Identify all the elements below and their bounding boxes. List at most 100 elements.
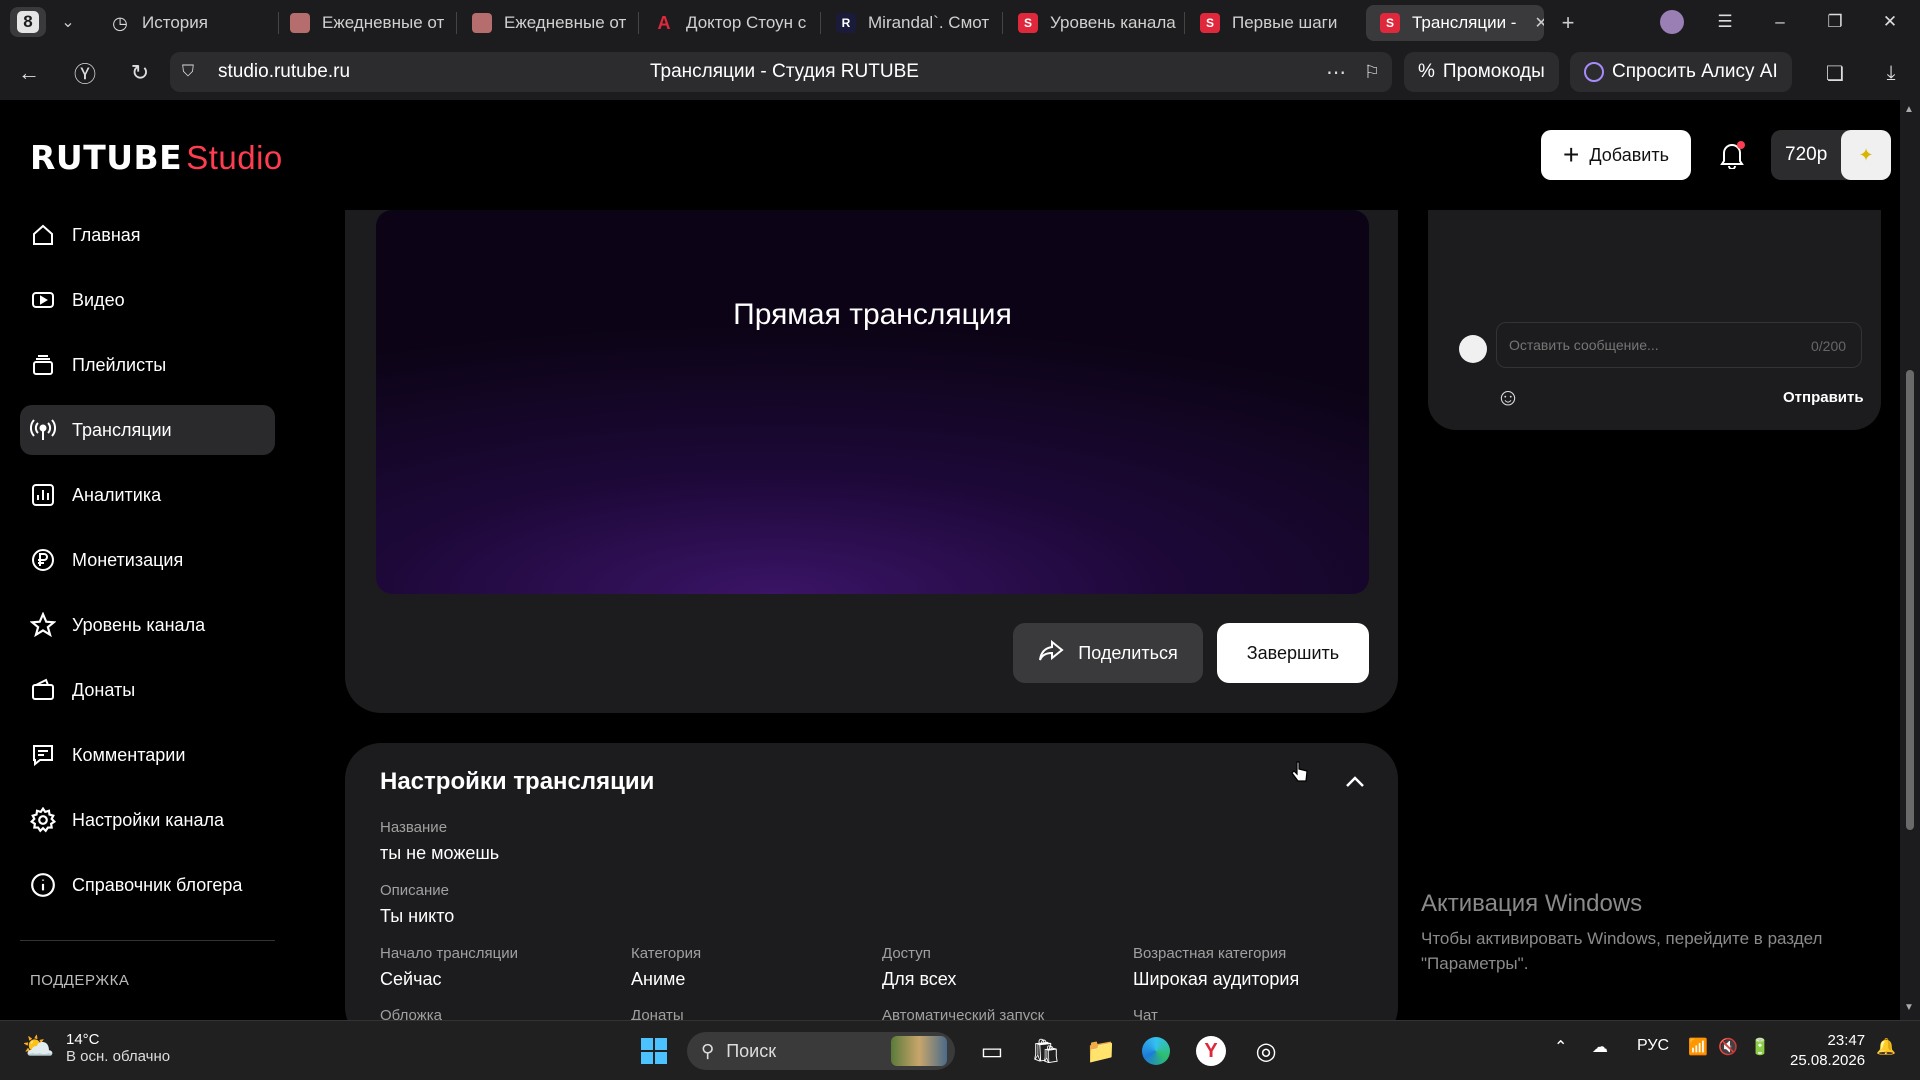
- taskbar-search[interactable]: ⚲ Поиск: [687, 1032, 955, 1070]
- clock-date: 25.08.2026: [1790, 1052, 1866, 1069]
- window-close-icon[interactable]: ✕: [1874, 8, 1906, 36]
- chat-message-input[interactable]: [1496, 322, 1862, 368]
- more-icon[interactable]: ⋯: [1326, 60, 1346, 85]
- notifications-icon[interactable]: 🔔: [1876, 1037, 1896, 1057]
- activation-line1: Чтобы активировать Windows, перейдите в …: [1421, 929, 1823, 948]
- download-icon[interactable]: ⤓: [1876, 58, 1906, 88]
- emoji-icon[interactable]: ☺: [1494, 384, 1522, 412]
- chevron-up-icon[interactable]: [1345, 771, 1365, 794]
- sidebar-item-comments[interactable]: Комментарии: [20, 730, 275, 780]
- chevron-down-icon[interactable]: ⌄: [56, 10, 80, 34]
- windows-activation-watermark: Активация Windows Чтобы активировать Win…: [1421, 890, 1822, 976]
- sidebar: Главная Видео Плейлисты Трансляции Анали…: [0, 210, 290, 1020]
- player-title: Прямая трансляция: [733, 298, 1012, 331]
- back-icon[interactable]: ←: [14, 58, 44, 88]
- new-tab-icon[interactable]: +: [1556, 10, 1580, 35]
- onedrive-icon[interactable]: ☁: [1592, 1037, 1608, 1057]
- clock-time: 23:47: [1827, 1032, 1866, 1049]
- menu-icon[interactable]: ☰: [1709, 8, 1741, 36]
- app-icon[interactable]: ◎: [1246, 1031, 1286, 1071]
- task-view-icon[interactable]: ▭: [972, 1031, 1012, 1071]
- sidebar-item-label: Аналитика: [72, 484, 162, 505]
- sidebar-item-donations[interactable]: Донаты: [20, 665, 275, 715]
- reload-icon[interactable]: ↻: [125, 58, 155, 88]
- scroll-up-icon[interactable]: ▲: [1904, 104, 1914, 115]
- tab-dr-stone[interactable]: A Доктор Стоун с: [640, 5, 816, 41]
- sidebar-item-broadcasts[interactable]: Трансляции: [20, 405, 275, 455]
- minimize-icon[interactable]: –: [1764, 8, 1796, 36]
- close-icon[interactable]: ✕: [1534, 13, 1544, 33]
- tab-mirandal[interactable]: R Mirandal`. Смот: [822, 5, 998, 41]
- finish-broadcast-button[interactable]: Завершить: [1217, 623, 1369, 683]
- sidebar-item-label: Монетизация: [72, 549, 184, 570]
- analytics-icon: [30, 482, 56, 508]
- browser-tab-bar: 8 ⌄ ◷ История Ежедневные от Ежедневные о…: [0, 0, 1920, 45]
- volume-muted-icon[interactable]: 🔇: [1718, 1037, 1738, 1057]
- yandex-icon[interactable]: Ⓨ: [70, 58, 100, 88]
- sidebar-item-channel-level[interactable]: Уровень канала: [20, 600, 275, 650]
- tab-label: Первые шаги: [1232, 13, 1338, 32]
- weather-widget[interactable]: ⛅ 14°C В осн. облачно: [22, 1031, 170, 1065]
- video-player[interactable]: Прямая трансляция: [376, 210, 1369, 594]
- sidebar-item-label: Комментарии: [72, 744, 186, 765]
- tab-broadcasts[interactable]: S Трансляции - ✕: [1366, 5, 1544, 41]
- scroll-thumb[interactable]: [1906, 370, 1914, 830]
- share-button[interactable]: Поделиться: [1013, 623, 1203, 683]
- sidebar-item-label: Видео: [72, 289, 125, 310]
- sidebar-item-blogger-guide[interactable]: Справочник блогера: [20, 860, 275, 910]
- restore-icon[interactable]: ❐: [1819, 8, 1851, 36]
- donations-label: Донаты: [631, 1007, 684, 1020]
- file-explorer-icon[interactable]: 📁: [1081, 1031, 1121, 1071]
- quality-selector[interactable]: 720p ✦: [1771, 130, 1891, 180]
- share-label: Поделиться: [1078, 642, 1178, 663]
- rutube-r-icon: R: [836, 13, 856, 33]
- chat-char-counter: 0/200: [1811, 338, 1847, 354]
- tab-label: История: [142, 13, 208, 32]
- tab-first-steps[interactable]: S Первые шаги: [1186, 5, 1362, 41]
- wifi-icon[interactable]: 📶: [1688, 1037, 1708, 1057]
- autostart-label: Автоматический запуск: [882, 1007, 1045, 1020]
- system-clock[interactable]: 23:47 25.08.2026: [1790, 1031, 1865, 1071]
- weather-temp: 14°C: [66, 1031, 100, 1048]
- sidebar-item-channel-settings[interactable]: Настройки канала: [20, 795, 275, 845]
- mouse-pointer-icon: [1291, 761, 1308, 782]
- edge-browser-icon[interactable]: [1136, 1031, 1176, 1071]
- sidebar-item-monetization[interactable]: Монетизация: [20, 535, 275, 585]
- tab-counter-button[interactable]: 8: [10, 7, 46, 37]
- channel-avatar[interactable]: ✦: [1841, 130, 1891, 180]
- tab-count: 8: [17, 11, 39, 33]
- windows-start-icon[interactable]: [634, 1031, 674, 1071]
- tab-favicon-icon: [472, 13, 492, 33]
- language-indicator[interactable]: РУС: [1637, 1037, 1669, 1055]
- sidebar-item-playlists[interactable]: Плейлисты: [20, 340, 275, 390]
- store-icon[interactable]: 🛍: [1026, 1031, 1066, 1071]
- page-scrollbar[interactable]: ▲ ▼: [1900, 100, 1920, 1020]
- scroll-down-icon[interactable]: ▼: [1904, 1002, 1914, 1013]
- tab-channel-level[interactable]: S Уровень канала: [1004, 5, 1180, 41]
- send-button[interactable]: Отправить: [1783, 389, 1864, 406]
- add-button[interactable]: + Добавить: [1541, 130, 1691, 180]
- url-field[interactable]: ⛉ studio.rutube.ru Трансляции - Студия R…: [170, 52, 1392, 92]
- battery-icon[interactable]: 🔋: [1750, 1037, 1770, 1057]
- tab-label: Доктор Стоун с: [686, 13, 807, 32]
- bookmark-icon[interactable]: ⚐: [1364, 62, 1380, 83]
- sidebar-item-home[interactable]: Главная: [20, 210, 275, 260]
- category-label: Категория: [631, 945, 702, 962]
- notification-bell-icon[interactable]: [1715, 138, 1749, 172]
- sidebar-item-analytics[interactable]: Аналитика: [20, 470, 275, 520]
- ask-alice-button[interactable]: Спросить Алису AI: [1570, 52, 1792, 92]
- rutube-studio-logo[interactable]: RUTUBE Studio: [30, 138, 283, 177]
- activation-line2: "Параметры".: [1421, 954, 1529, 973]
- promo-codes-button[interactable]: % Промокоды: [1404, 52, 1559, 92]
- chevron-up-tray-icon[interactable]: ⌃: [1554, 1037, 1567, 1057]
- tab-daily-1[interactable]: Ежедневные от: [276, 5, 452, 41]
- profile-avatar-icon[interactable]: [1656, 8, 1688, 36]
- video-icon: [30, 287, 56, 313]
- access-label: Доступ: [882, 945, 931, 962]
- sidebar-item-video[interactable]: Видео: [20, 275, 275, 325]
- extensions-icon[interactable]: ❏: [1820, 58, 1850, 88]
- yandex-browser-icon[interactable]: Y: [1191, 1031, 1231, 1071]
- tab-daily-2[interactable]: Ежедневные от: [458, 5, 634, 41]
- sidebar-item-label: Уровень канала: [72, 614, 206, 635]
- tab-history[interactable]: ◷ История: [96, 5, 266, 41]
